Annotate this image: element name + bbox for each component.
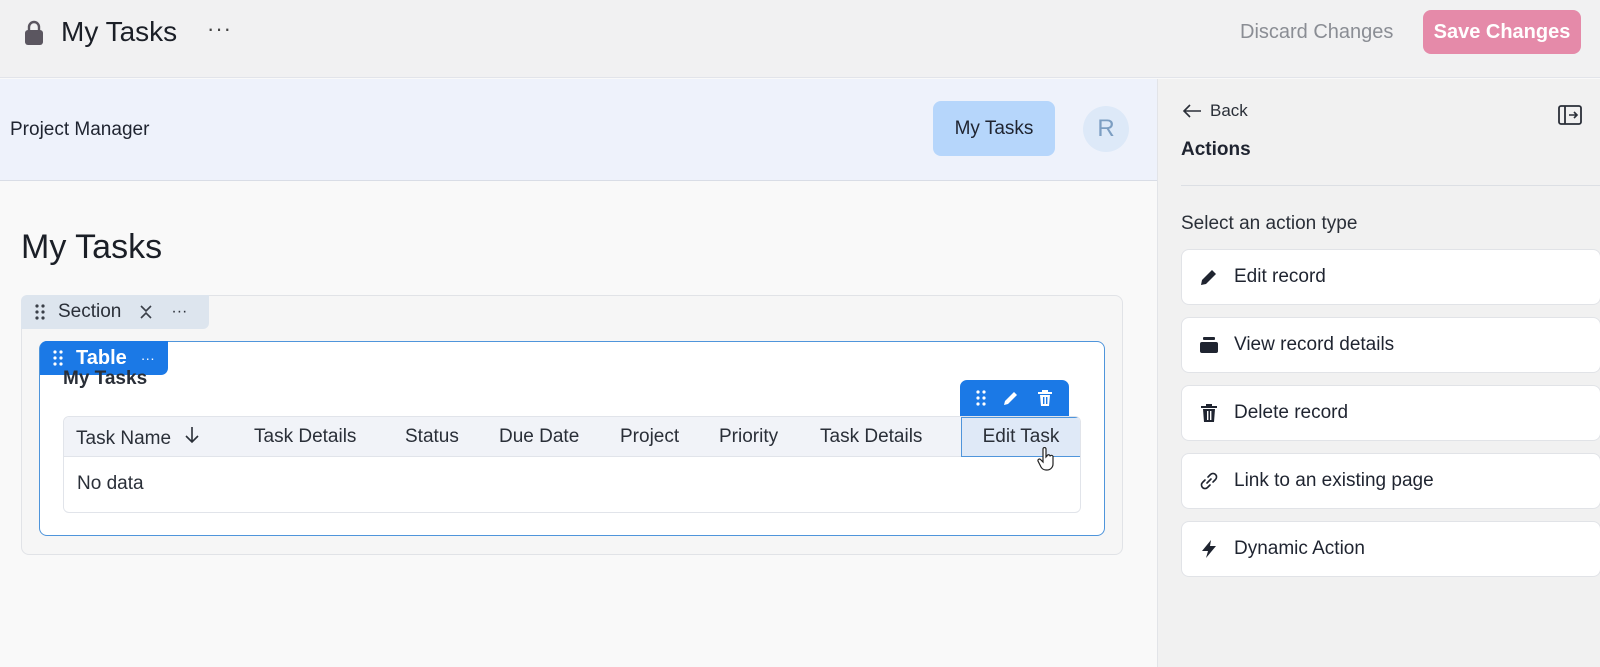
action-edit-record[interactable]: Edit record xyxy=(1181,249,1600,305)
drag-handle-icon[interactable] xyxy=(976,390,986,406)
app-header: Project Manager My Tasks R xyxy=(0,79,1157,181)
column-header-task-details[interactable]: Task Details xyxy=(254,426,356,448)
discard-changes-button[interactable]: Discard Changes xyxy=(1240,21,1393,44)
trash-icon[interactable] xyxy=(1037,389,1053,407)
action-view-record-details[interactable]: View record details xyxy=(1181,317,1600,373)
action-dynamic-action[interactable]: Dynamic Action xyxy=(1181,521,1600,577)
table-more-button[interactable]: ··· xyxy=(141,350,155,366)
panel-collapse-icon[interactable] xyxy=(1558,105,1582,125)
empty-state-text: No data xyxy=(77,473,144,494)
action-type-prompt: Select an action type xyxy=(1181,213,1358,234)
pencil-icon xyxy=(1198,266,1220,288)
hand-cursor-icon xyxy=(1037,447,1054,471)
column-toolbar xyxy=(960,380,1069,416)
lock-icon xyxy=(25,20,43,45)
bolt-icon xyxy=(1198,538,1220,560)
drag-handle-icon[interactable] xyxy=(53,350,63,366)
column-header-priority[interactable]: Priority xyxy=(719,426,778,448)
action-label: Edit record xyxy=(1234,266,1326,287)
app-name[interactable]: Project Manager xyxy=(10,119,149,141)
action-link-existing-page[interactable]: Link to an existing page xyxy=(1181,453,1600,509)
nav-item-my-tasks[interactable]: My Tasks xyxy=(933,101,1055,156)
link-icon xyxy=(1198,470,1220,492)
page-more-button[interactable]: ··· xyxy=(207,16,232,42)
avatar[interactable]: R xyxy=(1083,106,1129,152)
action-delete-record[interactable]: Delete record xyxy=(1181,385,1600,441)
action-label: Dynamic Action xyxy=(1234,538,1365,559)
column-header-task-details-2[interactable]: Task Details xyxy=(820,426,922,448)
action-label: View record details xyxy=(1234,334,1395,355)
column-label: Task Name xyxy=(76,428,172,449)
table-tab-label: Table xyxy=(76,346,127,369)
section-tab[interactable]: Section ··· xyxy=(21,295,209,329)
column-header-project[interactable]: Project xyxy=(620,426,679,448)
save-changes-button[interactable]: Save Changes xyxy=(1423,10,1581,54)
divider xyxy=(1181,185,1600,186)
data-table: Task Name Task Details Status Due Date P… xyxy=(63,416,1081,513)
drag-handle-icon[interactable] xyxy=(34,304,46,320)
panel-title: Actions xyxy=(1181,139,1251,160)
collapse-icon[interactable] xyxy=(139,304,153,320)
sort-down-icon[interactable] xyxy=(185,426,199,444)
pencil-icon[interactable] xyxy=(1002,389,1020,407)
content-page-title: My Tasks xyxy=(21,228,163,266)
column-header-status[interactable]: Status xyxy=(405,426,459,448)
table-title: My Tasks xyxy=(63,368,148,389)
column-header-task-name[interactable]: Task Name xyxy=(76,426,199,450)
actions-panel: Back Actions Select an action type Edit … xyxy=(1157,79,1600,667)
trash-icon xyxy=(1198,402,1220,424)
column-header-due-date[interactable]: Due Date xyxy=(499,426,579,448)
back-button[interactable]: Back xyxy=(1182,101,1248,121)
back-label: Back xyxy=(1210,101,1248,120)
top-bar: My Tasks ··· Discard Changes Save Change… xyxy=(0,0,1600,78)
section-label: Section xyxy=(58,301,122,322)
record-details-icon xyxy=(1198,334,1220,356)
column-header-edit-task[interactable]: Edit Task xyxy=(961,417,1080,457)
section-more-button[interactable]: ··· xyxy=(171,303,187,321)
action-label: Link to an existing page xyxy=(1234,470,1434,491)
table-header: Task Name Task Details Status Due Date P… xyxy=(64,417,1080,457)
action-label: Delete record xyxy=(1234,402,1349,423)
arrow-left-icon xyxy=(1182,104,1201,118)
page-name: My Tasks xyxy=(61,16,178,47)
